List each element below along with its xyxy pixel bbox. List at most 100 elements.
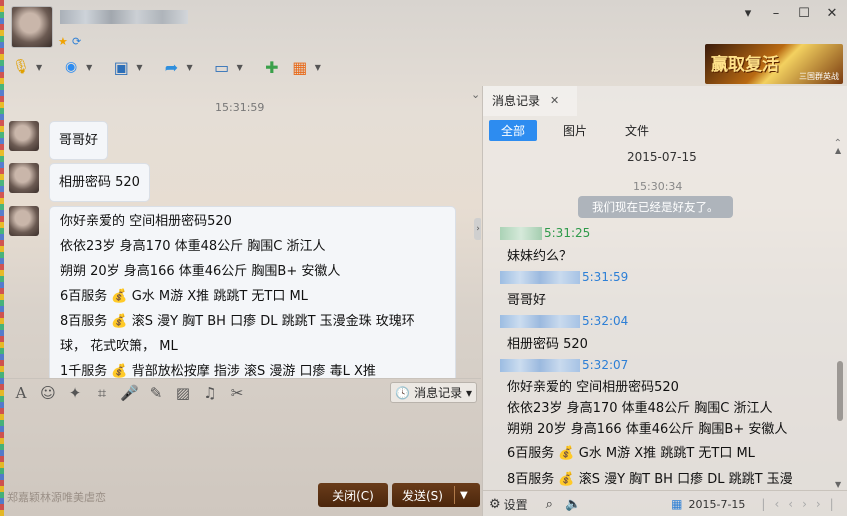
banner-subtitle: 三国群英战 (799, 72, 839, 81)
message-text: 相册密码 520 (59, 175, 140, 190)
history-entry-text: 妹妹约么？ (507, 249, 573, 264)
window-controls: ▾ – ☐ ✕ (741, 6, 839, 21)
history-entry-meta: 5:31:59 (500, 270, 628, 284)
chevron-down-icon[interactable]: ▼ (186, 63, 192, 72)
remote-assist-icon[interactable]: ▭ (211, 56, 233, 78)
apps-icon[interactable]: ▦ (289, 56, 311, 78)
voice-icon[interactable]: 🎤 (120, 384, 139, 402)
history-date: 2015-07-15 (627, 150, 697, 164)
collapse-icon[interactable]: ⌄ (471, 88, 480, 101)
minimize-button[interactable]: – (769, 6, 783, 21)
history-list[interactable]: 2015-07-15 15:30:34 我们现在已经是好友了。 5:31:25 … (483, 146, 833, 489)
message-line: 1千服务 💰 背部放松按摩 指涉 滚S 漫游 口瘆 毒L X推 (60, 364, 376, 378)
chevron-down-icon[interactable]: ▼ (460, 490, 468, 501)
edit-icon[interactable]: ✎ (147, 384, 165, 402)
microphone-icon[interactable]: 🎙 (10, 56, 32, 78)
message-line: 你好亲爱的 空间相册密码520 (60, 214, 232, 229)
history-page-nav[interactable]: |‹‹››| (761, 497, 842, 511)
close-icon[interactable]: ✕ (550, 94, 559, 107)
scroll-up-icon[interactable]: ▲ (835, 146, 841, 155)
top-toolbar: 🎙 ▼ ◉ ▼ ▣ ▼ ➦ ▼ ▭ ▼ ✚ ▦ ▼ (10, 54, 333, 80)
image-icon[interactable]: ▨ (174, 384, 192, 402)
filter-files[interactable]: 文件 (613, 120, 661, 141)
history-bottom-bar: ⚙ 设置 ⌕ 🔈 ▦ 2015-7-15 |‹‹››| (483, 490, 847, 516)
history-entry-meta: 5:31:25 (500, 226, 590, 240)
input-toolbar: A ☺ ✦ ⌗ 🎤 ✎ ▨ ♫ ✂ 🕓 消息记录 ▾ (4, 378, 481, 406)
magic-icon[interactable]: ✦ (66, 384, 84, 402)
message-line: 8百服务 💰 滚S 漫Y 胸T BH 口瘆 DL 跳跳T 玉漫金珠 玫瑰环 (60, 314, 415, 329)
filter-images[interactable]: 图片 (551, 120, 599, 141)
ad-banner[interactable]: 赢取复活 三国群英战 (705, 44, 843, 84)
message-line: 朔朔 20岁 身高166 体重46公斤 胸围B+ 安徽人 (60, 264, 341, 279)
friend-notice: 我们现在已经是好友了。 (578, 196, 733, 218)
history-entry-line: 8百服务 💰 滚S 漫Y 胸T BH 口瘆 DL 跳跳T 玉漫 (507, 472, 793, 487)
maximize-button[interactable]: ☐ (797, 6, 811, 21)
chevron-down-icon[interactable]: ▼ (237, 63, 243, 72)
contact-nickname-blurred (60, 10, 188, 24)
font-icon[interactable]: A (12, 384, 30, 402)
gear-icon[interactable]: ⚙ (489, 497, 501, 512)
settings-link[interactable]: 设置 (504, 496, 528, 513)
message-avatar[interactable] (9, 121, 39, 151)
history-entry-line: 6百服务 💰 G水 M游 X推 跳跳T 无T口 ML (507, 446, 755, 461)
shake-icon[interactable]: ⌗ (93, 384, 111, 402)
message-text: 哥哥好 (59, 133, 99, 148)
chevron-down-icon[interactable]: ▼ (86, 63, 92, 72)
message-avatar[interactable] (9, 163, 39, 193)
history-entry-text: 相册密码 520 (507, 337, 588, 352)
sender-name-blurred (500, 271, 580, 284)
history-bottom-date[interactable]: 2015-7-15 (688, 498, 745, 511)
message-bubble: 相册密码 520 (49, 163, 150, 202)
dropdown-icon[interactable]: ▾ (741, 6, 755, 21)
webcam-icon[interactable]: ◉ (60, 56, 82, 78)
history-entry-text: 哥哥好 (507, 293, 547, 308)
contact-avatar[interactable] (11, 6, 53, 48)
tab-history-label: 消息记录 (492, 93, 541, 108)
history-scrollbar[interactable]: ▲ ▼ (835, 146, 845, 489)
message-input[interactable] (4, 406, 481, 478)
tab-history[interactable]: 消息记录 ✕ (483, 86, 577, 116)
screen-share-icon[interactable]: ▣ (110, 56, 132, 78)
chat-message-area[interactable]: ⌄ 15:31:59 哥哥好 相册密码 520 你好亲爱的 空间相册密码520 … (4, 88, 481, 378)
send-button[interactable]: 发送(S) ▼ (392, 483, 480, 507)
panel-toggle-handle[interactable]: › (474, 218, 481, 240)
footer-text: 郑嘉颖林源唯美虐恋 (7, 491, 106, 504)
history-entry-meta: 5:32:04 (500, 314, 628, 328)
history-entry-meta: 5:32:07 (500, 358, 628, 372)
filter-all[interactable]: 全部 (489, 120, 538, 141)
emoji-icon[interactable]: ☺ (39, 384, 57, 402)
scroll-down-icon[interactable]: ▼ (835, 480, 841, 489)
chevron-down-icon[interactable]: ▼ (315, 63, 321, 72)
history-button[interactable]: 🕓 消息记录 ▾ (390, 382, 477, 403)
history-entry-time: 5:31:59 (582, 270, 629, 284)
chevron-down-icon[interactable]: ▼ (136, 63, 142, 72)
chat-timestamp: 15:31:59 (215, 101, 265, 114)
send-button-label: 发送(S) (402, 488, 443, 503)
file-transfer-icon[interactable]: ➦ (160, 56, 182, 78)
status-icon: ⟳ (72, 35, 82, 48)
add-chat-icon[interactable]: ✚ (261, 56, 283, 78)
history-entry-time: 5:31:25 (544, 226, 591, 240)
chat-window: ★ ⟳ ▾ – ☐ ✕ 🎙 ▼ ◉ ▼ ▣ ▼ ➦ ▼ ▭ ▼ ✚ ▦ ▼ 赢取复活 三国群… (0, 0, 847, 516)
close-window-button[interactable]: ✕ (825, 6, 839, 21)
speaker-icon[interactable]: 🔈 (565, 497, 581, 512)
star-icon: ★ (58, 35, 68, 48)
music-icon[interactable]: ♫ (201, 384, 219, 402)
message-avatar[interactable] (9, 206, 39, 236)
calendar-icon[interactable]: ▦ (671, 497, 682, 511)
history-panel: 消息记录 ✕ 全部 图片 文件 ⌃ 2015-07-15 15:30:34 我们… (482, 86, 847, 516)
search-icon[interactable]: ⌕ (546, 497, 553, 512)
history-time-separator: 15:30:34 (633, 180, 683, 193)
chevron-down-icon[interactable]: ▼ (36, 63, 42, 72)
history-button-label: 消息记录 (414, 386, 463, 400)
sender-name-blurred (500, 359, 580, 372)
close-button[interactable]: 关闭(C) (318, 483, 388, 507)
sender-name-blurred (500, 227, 542, 240)
history-filter-tabs: 全部 图片 文件 (489, 120, 661, 141)
scrollbar-thumb[interactable] (837, 361, 843, 421)
history-entry-line: 依依23岁 身高170 体重48公斤 胸围C 浙江人 (507, 401, 773, 416)
message-bubble-long: 你好亲爱的 空间相册密码520 依依23岁 身高170 体重48公斤 胸围C 浙… (49, 206, 456, 378)
history-entry-line: 朔朔 20岁 身高166 体重46公斤 胸围B+ 安徽人 (507, 422, 788, 437)
message-line: 依依23岁 身高170 体重48公斤 胸围C 浙江人 (60, 239, 326, 254)
scissors-icon[interactable]: ✂ (228, 384, 246, 402)
